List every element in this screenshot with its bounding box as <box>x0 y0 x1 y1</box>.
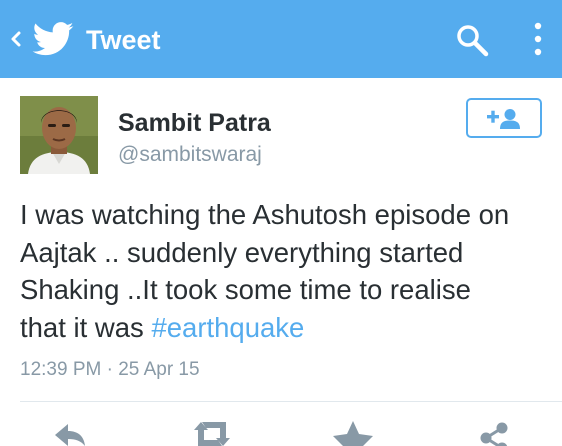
reply-icon[interactable] <box>46 420 90 446</box>
retweet-icon[interactable] <box>188 420 236 446</box>
favorite-icon[interactable] <box>333 420 373 446</box>
follow-button[interactable] <box>466 98 542 138</box>
follow-user-icon <box>487 109 520 129</box>
author-handle[interactable]: @sambitswaraj <box>118 142 262 168</box>
avatar[interactable] <box>20 96 98 174</box>
more-vertical-icon[interactable] <box>526 20 550 60</box>
page-title: Tweet <box>86 25 161 55</box>
author-name[interactable]: Sambit Patra <box>118 108 271 138</box>
tweet-text: I was watching the Ashutosh episode on Aa… <box>20 196 550 346</box>
avatar-photo-icon <box>20 96 98 174</box>
hashtag-link[interactable]: #earthquake <box>151 312 304 343</box>
twitter-bird-icon[interactable] <box>32 22 74 56</box>
divider <box>20 401 562 402</box>
tweet-timestamp: 12:39 PM · 25 Apr 15 <box>20 359 200 380</box>
top-app-bar: Tweet <box>0 0 562 78</box>
tweet-text-line: Aajtak .. suddenly everything started <box>20 236 464 268</box>
back-chevron-icon[interactable] <box>9 26 23 52</box>
search-icon[interactable] <box>454 22 490 58</box>
share-icon[interactable] <box>474 420 514 446</box>
tweet-text-line: that it was <box>20 311 152 343</box>
tweet-text-line: I was watching the Ashutosh episode on <box>20 199 510 230</box>
tweet-text-line: Shaking ..It took some time to realise <box>20 274 471 305</box>
